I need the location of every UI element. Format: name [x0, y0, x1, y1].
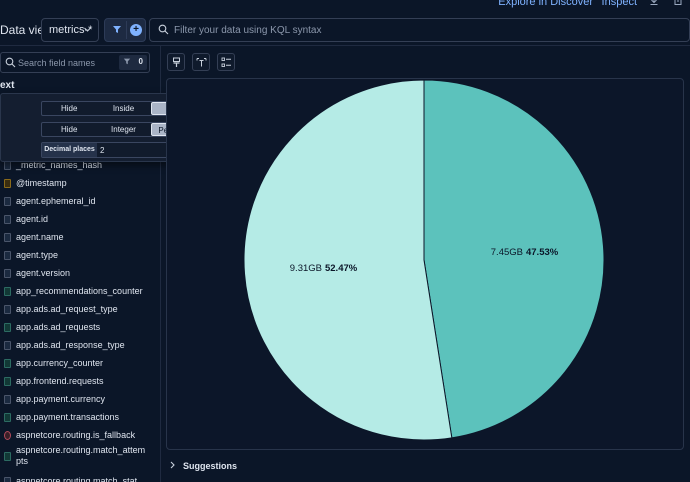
chevron-right-icon — [169, 461, 176, 471]
legend-button[interactable] — [217, 53, 235, 71]
field-name: app.payment.currency — [16, 394, 106, 404]
download-icon[interactable] — [648, 0, 660, 8]
field-name: agent.version — [16, 268, 71, 278]
field-type-icon — [4, 358, 11, 368]
field-name: app.ads.ad_requests — [16, 322, 101, 332]
field-list-item[interactable]: app_recommendations_counter — [4, 282, 143, 300]
field-type-icon — [4, 178, 11, 188]
field-type-icon — [4, 451, 11, 461]
field-type-icon — [4, 304, 11, 314]
slice-percent: 52.47% — [325, 263, 358, 274]
field-type-icon — [4, 250, 11, 260]
field-name: agent.type — [16, 250, 59, 260]
slice-value: 9.31GB — [290, 263, 322, 274]
field-filter-button[interactable]: 0 — [119, 55, 147, 70]
field-name: aspnetcore.routing.match_attempts — [16, 445, 146, 466]
field-name: @timestamp — [16, 178, 67, 188]
section-label: ext — [0, 80, 15, 91]
filter-buttons: + — [104, 18, 146, 42]
field-type-icon — [4, 196, 11, 206]
field-type-icon — [4, 430, 11, 440]
field-type-icon — [4, 340, 11, 350]
field-type-icon — [4, 476, 11, 482]
field-list-item[interactable]: app.ads.ad_request_type — [4, 300, 118, 318]
option-integer[interactable]: Integer — [96, 123, 150, 136]
suggestions-label: Suggestions — [183, 461, 238, 471]
query-bar: Data view metrics-* + — [0, 18, 690, 42]
field-list-item[interactable]: agent.name — [4, 228, 64, 246]
brush-icon — [173, 57, 180, 67]
field-name: aspnetcore.routing.is_fallback — [16, 430, 136, 440]
filter-count: 0 — [138, 57, 143, 66]
suggestions-toggle[interactable]: Suggestions — [169, 461, 237, 471]
slice-percent: 47.53% — [526, 247, 559, 258]
field-list-item[interactable]: aspnetcore.routing.match_stat — [4, 472, 137, 482]
field-search[interactable]: 0 — [0, 52, 150, 73]
field-list-item[interactable]: aspnetcore.routing.match_attempts — [4, 444, 148, 468]
field-type-icon — [4, 412, 11, 422]
option-hide[interactable]: Hide — [42, 102, 96, 115]
filter-icon[interactable] — [111, 24, 123, 36]
chevron-down-icon — [83, 25, 92, 36]
field-list-item[interactable]: app.payment.currency — [4, 390, 105, 408]
field-type-icon — [4, 394, 11, 404]
filter-icon — [123, 57, 131, 67]
chart-panel: 7.45GB 47.53% 9.31GB 52.47% — [166, 78, 684, 450]
field-name: agent.ephemeral_id — [16, 196, 96, 206]
field-list-item[interactable]: app.frontend.requests — [4, 372, 104, 390]
field-name: app.frontend.requests — [16, 376, 104, 386]
share-icon[interactable] — [672, 0, 684, 8]
field-list-item[interactable]: app.ads.ad_response_type — [4, 336, 125, 354]
data-view-select[interactable]: metrics-* — [41, 18, 99, 42]
search-icon — [158, 24, 170, 36]
option-hide[interactable]: Hide — [42, 123, 96, 136]
field-list-item[interactable]: agent.id — [4, 210, 48, 228]
field-type-icon — [4, 286, 11, 296]
field-type-icon — [4, 232, 11, 242]
field-list-item[interactable]: agent.ephemeral_id — [4, 192, 96, 210]
field-type-icon — [4, 376, 11, 386]
field-name: app.ads.ad_request_type — [16, 304, 118, 314]
explore-in-discover-link[interactable]: Explore in Discover — [498, 0, 593, 8]
field-list-item[interactable]: @timestamp — [4, 174, 67, 192]
text-icon — [196, 58, 207, 67]
field-name: app.payment.transactions — [16, 412, 120, 422]
field-type-icon — [4, 268, 11, 278]
pie-slice[interactable] — [243, 79, 453, 441]
list-icon — [221, 57, 231, 67]
field-name: app.ads.ad_response_type — [16, 340, 125, 350]
add-filter-icon[interactable]: + — [130, 24, 142, 36]
field-name: app.currency_counter — [16, 358, 104, 368]
decimal-places-label: Decimal places — [42, 143, 97, 157]
search-icon — [5, 57, 17, 69]
slice-value: 7.45GB — [491, 247, 523, 258]
field-list-item[interactable]: aspnetcore.routing.is_fallback — [4, 426, 135, 444]
divider — [126, 21, 127, 39]
field-name: agent.name — [16, 232, 64, 242]
visual-options-button[interactable] — [167, 53, 185, 71]
field-name: app_recommendations_counter — [16, 286, 143, 296]
labels-button[interactable] — [192, 53, 210, 71]
kql-input[interactable] — [174, 22, 674, 39]
field-name: agent.id — [16, 214, 49, 224]
kql-search-field[interactable] — [149, 18, 690, 42]
field-search-input[interactable] — [18, 55, 118, 71]
field-list-item[interactable]: app.ads.ad_requests — [4, 318, 100, 336]
pie-slice[interactable] — [423, 79, 605, 439]
field-type-icon — [4, 214, 11, 224]
inspect-link[interactable]: Inspect — [602, 0, 637, 8]
field-list-item[interactable]: app.currency_counter — [4, 354, 103, 372]
field-type-icon — [4, 322, 11, 332]
pie-chart[interactable]: 7.45GB 47.53% 9.31GB 52.47% — [167, 79, 685, 451]
field-list-item[interactable]: agent.version — [4, 264, 70, 282]
field-list-item[interactable]: app.payment.transactions — [4, 408, 119, 426]
field-name: aspnetcore.routing.match_stat — [16, 476, 138, 482]
field-list-item[interactable]: agent.type — [4, 246, 58, 264]
option-inside[interactable]: Inside — [96, 102, 150, 115]
header-divider — [0, 45, 690, 46]
